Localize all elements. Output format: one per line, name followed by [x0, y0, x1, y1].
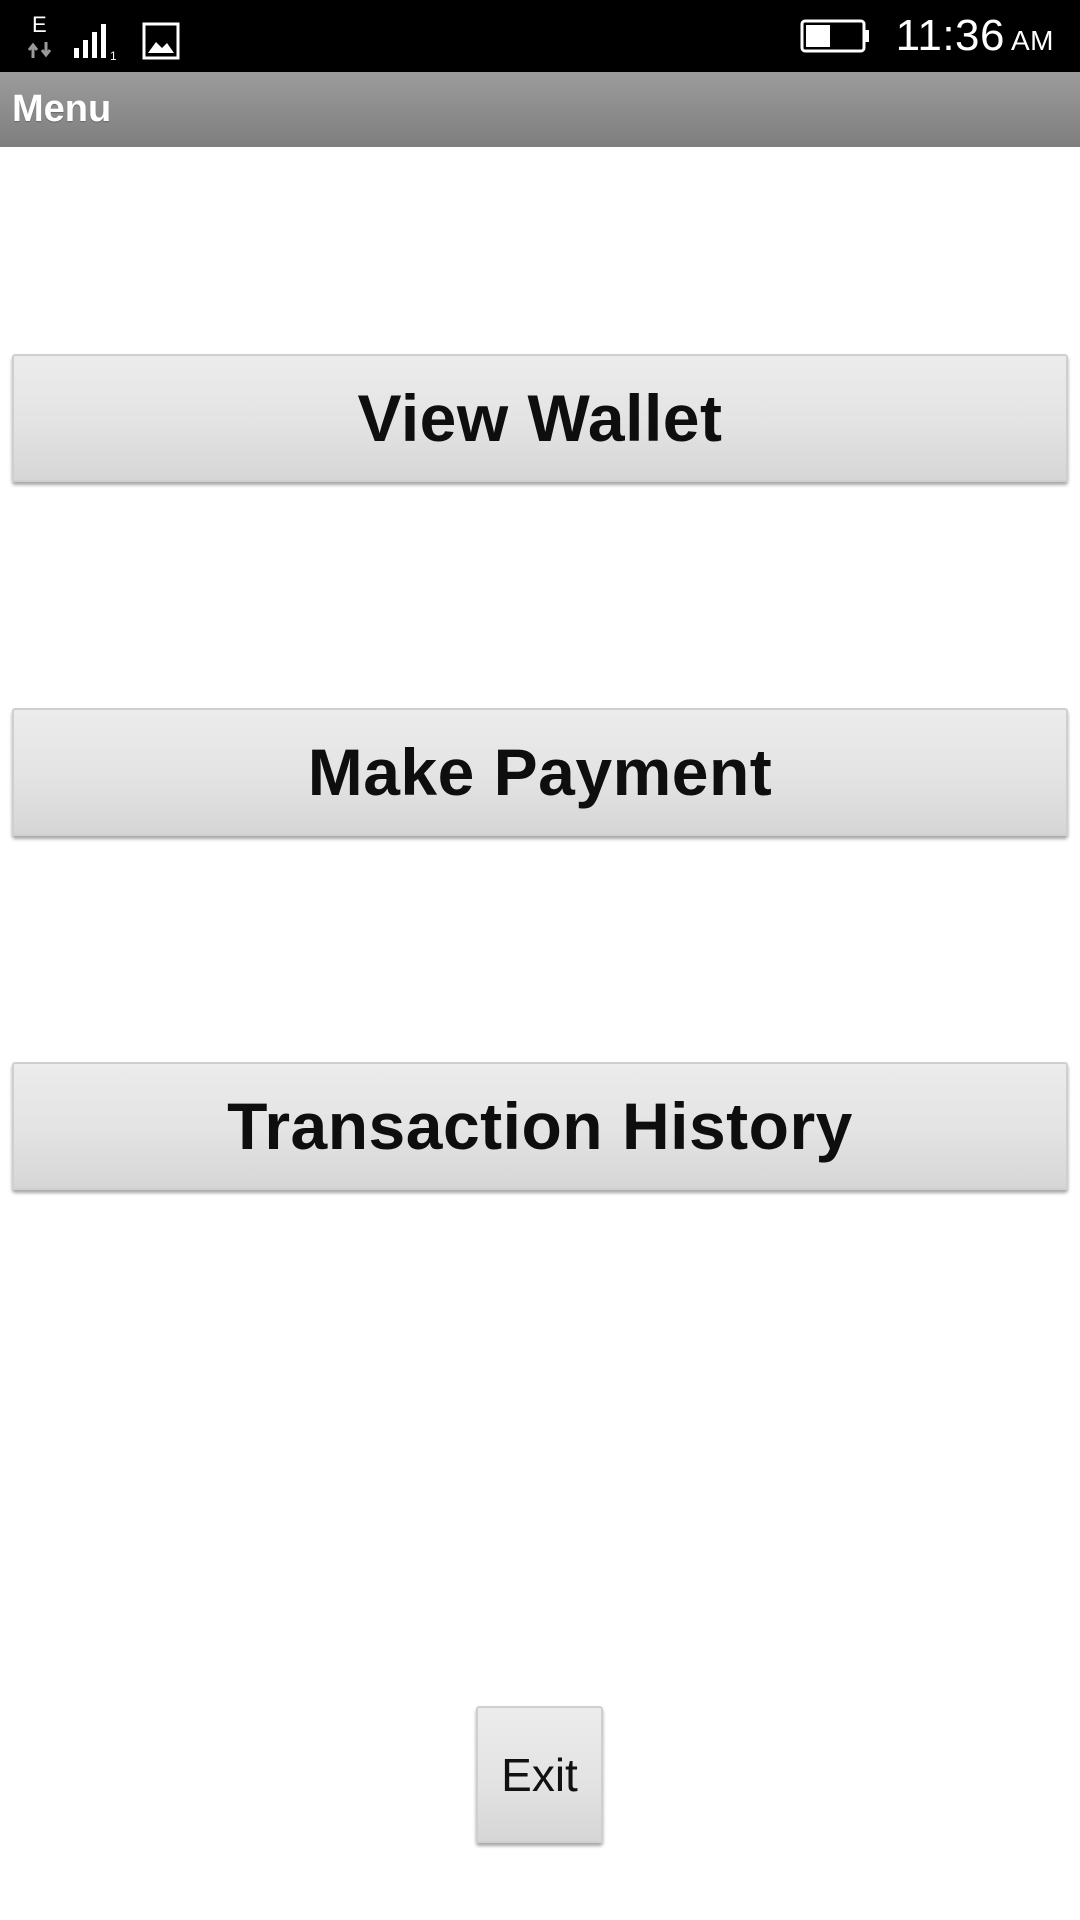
transaction-history-button[interactable]: Transaction History — [12, 1062, 1068, 1190]
gallery-icon — [142, 22, 180, 60]
network-type-label: E — [32, 12, 47, 37]
signal-icon: 1 — [74, 24, 117, 60]
exit-label: Exit — [501, 1748, 578, 1801]
make-payment-button[interactable]: Make Payment — [12, 708, 1068, 836]
status-icons-left: E 1 — [26, 12, 180, 60]
network-type-icon: E — [26, 14, 58, 60]
menu-screen: E 1 11:36 AM Menu View Wallet Make Payme… — [0, 0, 1080, 1920]
page-title: Menu — [12, 88, 112, 130]
view-wallet-button[interactable]: View Wallet — [12, 354, 1068, 482]
transaction-history-label: Transaction History — [227, 1089, 853, 1163]
status-bar: E 1 11:36 AM — [0, 0, 1080, 72]
status-icons-right: 11:36 AM — [800, 0, 1054, 72]
make-payment-label: Make Payment — [307, 735, 773, 809]
clock-time: 11:36 — [895, 11, 1005, 60]
exit-button[interactable]: Exit — [476, 1706, 603, 1843]
signal-sim-label: 1 — [110, 49, 117, 60]
battery-icon — [800, 19, 869, 53]
status-clock: 11:36 AM — [896, 11, 1054, 61]
data-arrows-icon — [27, 42, 52, 58]
clock-ampm: AM — [1011, 25, 1054, 56]
view-wallet-label: View Wallet — [357, 381, 723, 455]
title-bar: Menu — [0, 72, 1080, 147]
